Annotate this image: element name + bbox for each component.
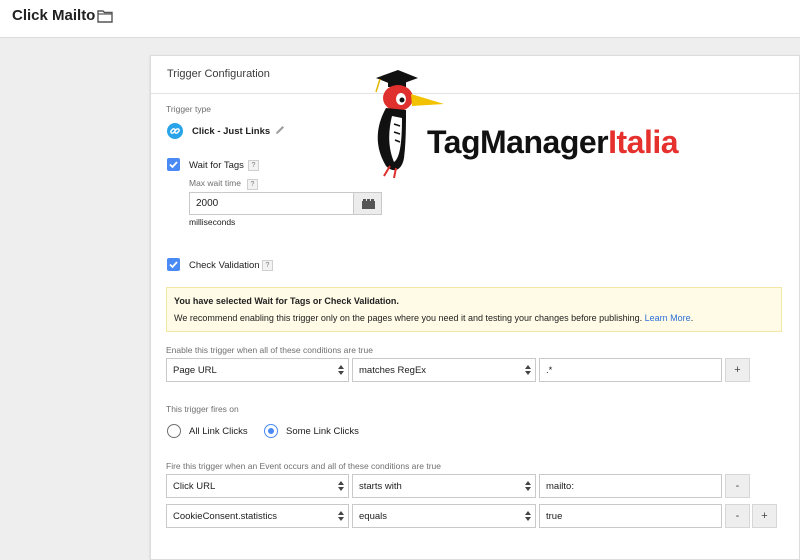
variable-icon xyxy=(362,199,375,209)
fires-on-label: This trigger fires on xyxy=(166,404,239,414)
card-title: Trigger Configuration xyxy=(167,68,270,80)
top-bar: Click Mailto xyxy=(0,0,800,38)
max-wait-time-input[interactable]: 2000 xyxy=(189,192,354,215)
enable-operator-value: matches RegEx xyxy=(359,365,427,376)
learn-more-link[interactable]: Learn More xyxy=(645,313,691,323)
fire-value-input-2[interactable]: true xyxy=(539,504,722,528)
brand-part-1: TagManager xyxy=(427,124,609,160)
fire-remove-condition-button-2[interactable]: - xyxy=(725,504,750,528)
fire-variable-select-1[interactable]: Click URL xyxy=(166,474,349,498)
all-link-clicks-radio[interactable] xyxy=(167,424,181,438)
notice-body: We recommend enabling this trigger only … xyxy=(174,313,693,323)
fire-operator-value-1: starts with xyxy=(359,481,402,492)
check-icon xyxy=(169,161,178,169)
wait-for-tags-label: Wait for Tags xyxy=(189,160,244,171)
link-icon[interactable] xyxy=(167,123,183,139)
variable-picker-button[interactable] xyxy=(353,192,382,215)
select-arrows-icon xyxy=(338,365,344,375)
fire-remove-condition-button-1[interactable]: - xyxy=(725,474,750,498)
wait-for-tags-help-icon[interactable]: ? xyxy=(248,160,259,171)
enable-conditions-label: Enable this trigger when all of these co… xyxy=(166,345,373,355)
trigger-type-label: Trigger type xyxy=(166,104,212,114)
validation-notice: You have selected Wait for Tags or Check… xyxy=(166,287,782,332)
brand-part-2: Italia xyxy=(608,124,679,160)
some-link-clicks-label[interactable]: Some Link Clicks xyxy=(286,426,359,437)
select-arrows-icon xyxy=(338,511,344,521)
check-validation-checkbox[interactable] xyxy=(167,258,180,271)
fire-operator-select-1[interactable]: starts with xyxy=(352,474,536,498)
check-validation-help-icon[interactable]: ? xyxy=(262,260,273,271)
enable-variable-value: Page URL xyxy=(173,365,217,376)
page-title[interactable]: Click Mailto xyxy=(12,7,95,24)
enable-add-condition-button[interactable]: + xyxy=(725,358,750,382)
enable-operator-select[interactable]: matches RegEx xyxy=(352,358,536,382)
fire-variable-value-2: CookieConsent.statistics xyxy=(173,511,278,522)
notice-text: We recommend enabling this trigger only … xyxy=(174,313,643,323)
trigger-type-name[interactable]: Click - Just Links xyxy=(192,126,270,137)
wait-for-tags-checkbox[interactable] xyxy=(167,158,180,171)
notice-period: . xyxy=(690,313,694,323)
fire-operator-select-2[interactable]: equals xyxy=(352,504,536,528)
milliseconds-label: milliseconds xyxy=(189,217,236,227)
check-validation-label: Check Validation xyxy=(189,260,260,271)
fire-add-condition-button[interactable]: + xyxy=(752,504,777,528)
fire-variable-value-1: Click URL xyxy=(173,481,216,492)
select-arrows-icon xyxy=(525,365,531,375)
all-link-clicks-label[interactable]: All Link Clicks xyxy=(189,426,248,437)
fire-variable-select-2[interactable]: CookieConsent.statistics xyxy=(166,504,349,528)
select-arrows-icon xyxy=(525,511,531,521)
fire-value-input-1[interactable]: mailto: xyxy=(539,474,722,498)
max-wait-time-label: Max wait time xyxy=(189,178,241,188)
tagmanageritalia-logo: TagManagerItalia xyxy=(340,62,770,182)
max-wait-time-help-icon[interactable]: ? xyxy=(247,179,258,190)
woodpecker-mascot-icon xyxy=(375,70,444,178)
fire-operator-value-2: equals xyxy=(359,511,387,522)
enable-variable-select[interactable]: Page URL xyxy=(166,358,349,382)
fire-conditions-label: Fire this trigger when an Event occurs a… xyxy=(166,461,441,471)
select-arrows-icon xyxy=(338,481,344,491)
pencil-icon[interactable] xyxy=(274,124,286,136)
folder-icon[interactable] xyxy=(97,9,113,23)
check-icon xyxy=(169,261,178,269)
select-arrows-icon xyxy=(525,481,531,491)
brand-wordmark: TagManagerItalia xyxy=(427,124,679,161)
enable-value-input[interactable]: .* xyxy=(539,358,722,382)
notice-title: You have selected Wait for Tags or Check… xyxy=(174,296,399,306)
some-link-clicks-radio[interactable] xyxy=(264,424,278,438)
